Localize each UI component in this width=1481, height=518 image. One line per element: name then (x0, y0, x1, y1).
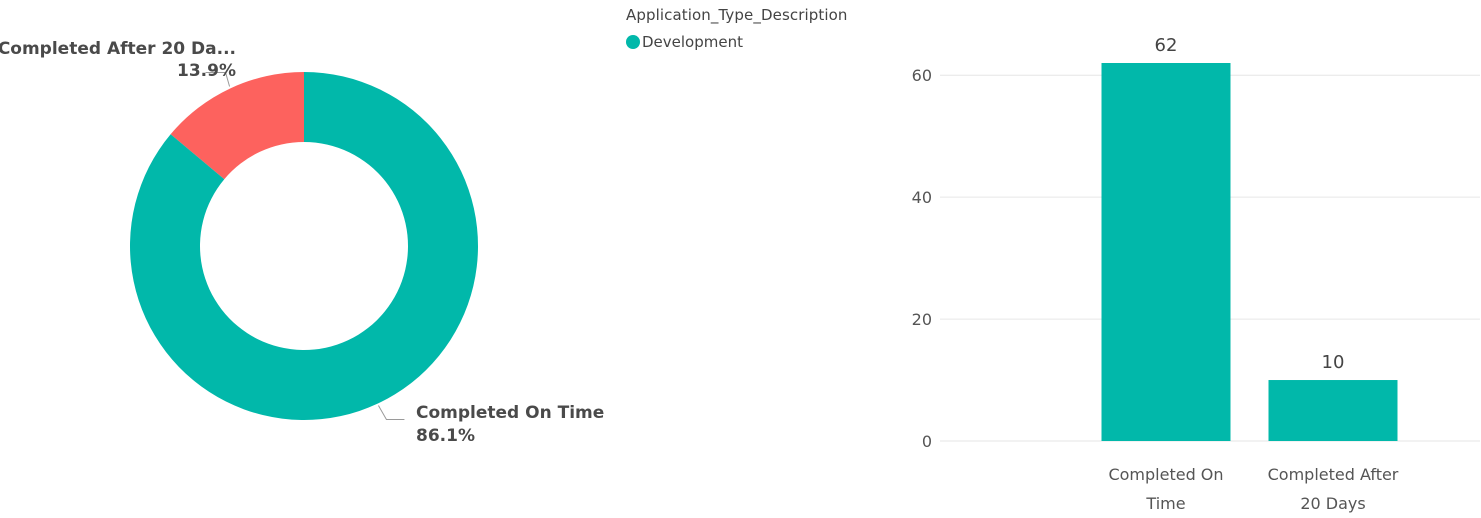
legend-title: Application_Type_Description (626, 6, 848, 24)
bar-chart: 0 20 40 60 62 Completed On Time 10 Completed Aft… (912, 35, 1480, 513)
bar-data-label-1: 10 (1322, 352, 1345, 373)
donut-slice-value-1: 86.1% (416, 426, 475, 446)
legend-item-label: Development (642, 33, 743, 51)
bar-0[interactable] (1101, 63, 1231, 441)
donut-slice-value-0: 13.9% (177, 61, 236, 81)
x-tick-label-1-1: 20 Days (1300, 494, 1365, 513)
legend: Application_Type_Description Development (626, 6, 848, 51)
y-tick-label-2: 40 (912, 188, 932, 207)
legend-marker (626, 35, 640, 49)
donut-chart: Completed After 20 Da...13.9% Completed O… (0, 39, 604, 446)
x-tick-label-1-0: Completed After (1268, 465, 1399, 484)
y-tick-label-1: 20 (912, 310, 932, 329)
bar-1[interactable] (1268, 380, 1398, 441)
leader-line-1 (378, 405, 405, 420)
legend-item-development[interactable]: Development (626, 33, 848, 51)
x-tick-label-0-0: Completed On (1108, 465, 1223, 484)
y-tick-label-0: 0 (922, 432, 932, 451)
x-tick-label-0-1: Time (1145, 494, 1185, 513)
donut-slice-label-0: Completed After 20 Da... (0, 39, 236, 59)
bar-data-label-0: 62 (1155, 35, 1178, 56)
y-tick-label-3: 60 (912, 66, 932, 85)
donut-slice-label-1: Completed On Time (416, 403, 604, 423)
